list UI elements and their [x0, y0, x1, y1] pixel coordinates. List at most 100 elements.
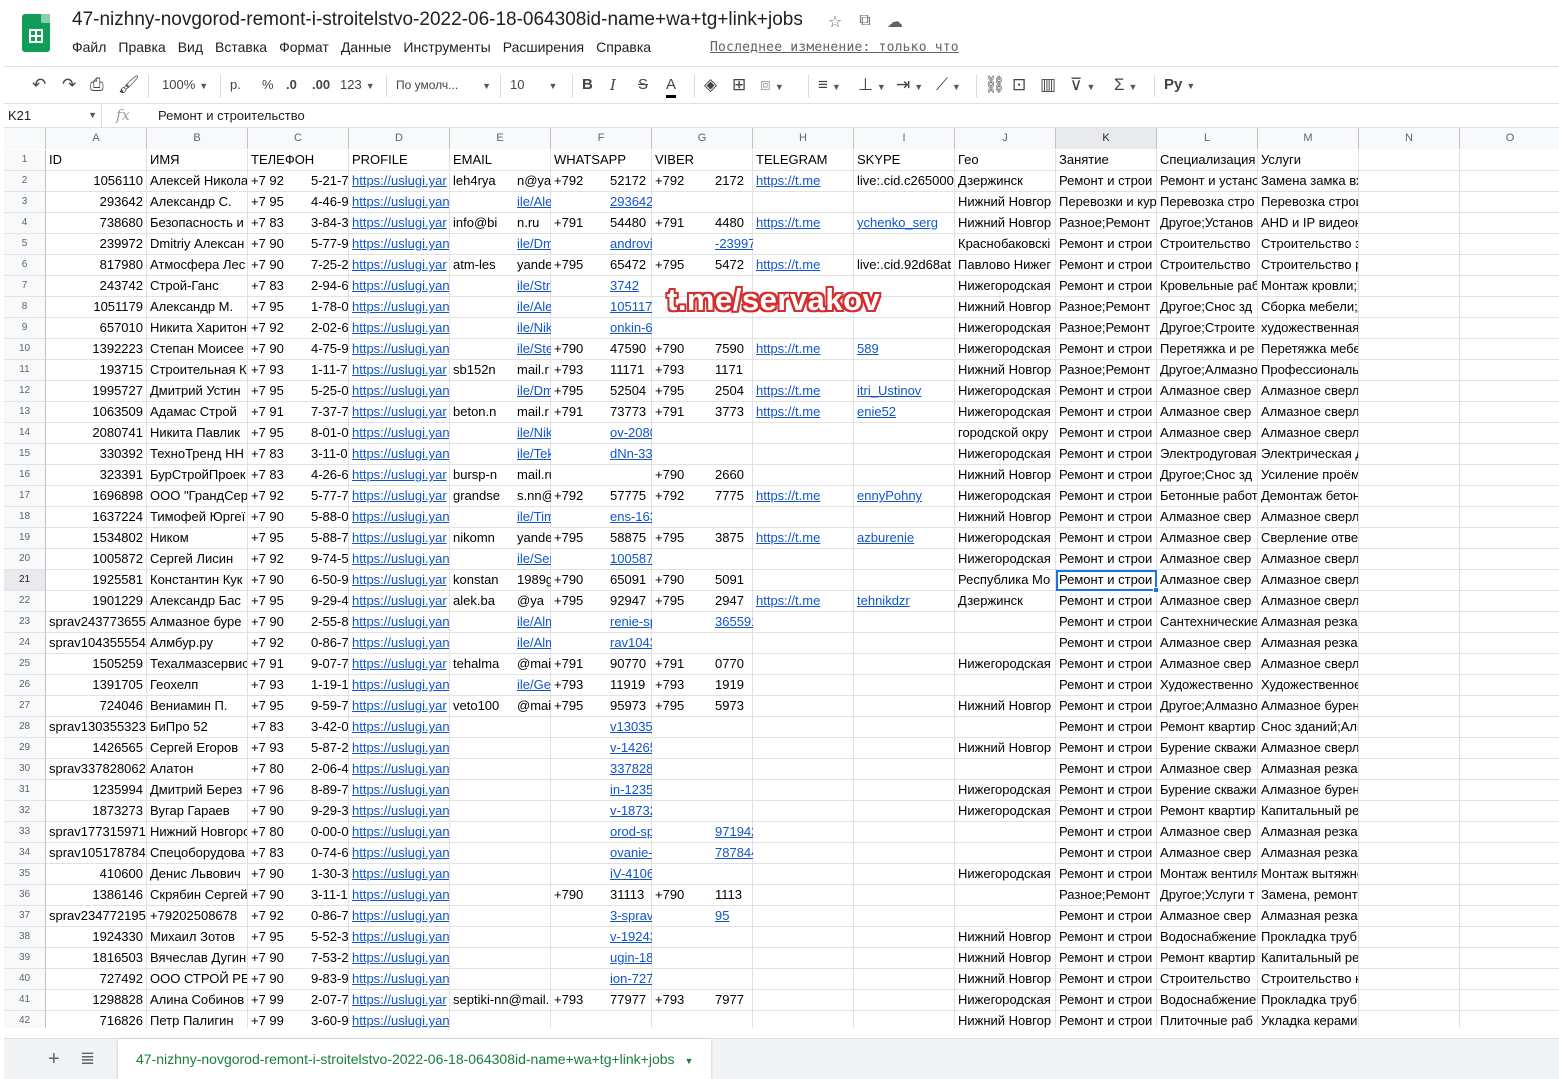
cell-g31[interactable]: [652, 780, 753, 801]
cell-d6[interactable]: https://uslugi.yar: [349, 255, 450, 276]
cell-i24[interactable]: [854, 633, 955, 654]
cell-l16[interactable]: Другое;Снос зд: [1157, 465, 1258, 486]
cell-n22[interactable]: [1359, 591, 1460, 612]
cell-b31[interactable]: Дмитрий Берез: [147, 780, 248, 801]
column-header-k[interactable]: K: [1056, 128, 1157, 149]
cell-j13[interactable]: Нижегородская: [955, 402, 1056, 423]
cell-m38[interactable]: Прокладка труб водоснабжения и канализац…: [1258, 927, 1359, 948]
row-header[interactable]: 38: [4, 927, 46, 948]
cell-i42[interactable]: [854, 1011, 955, 1028]
cell-a2[interactable]: 1056110: [46, 171, 147, 192]
cell-m7[interactable]: Монтаж кровли;Укладка утеплителя кровли;…: [1258, 276, 1359, 297]
cell-h17[interactable]: https://t.me: [753, 486, 854, 507]
cell-h22[interactable]: https://t.me: [753, 591, 854, 612]
column-header-g[interactable]: G: [652, 128, 753, 149]
cell-o20[interactable]: [1460, 549, 1559, 570]
cell-a39[interactable]: 1816503: [46, 948, 147, 969]
cell-j11[interactable]: Нижний Новгор: [955, 360, 1056, 381]
cell-j18[interactable]: Нижний Новгор: [955, 507, 1056, 528]
cell-m20[interactable]: Алмазное сверление;Алмазная резка: [1258, 549, 1359, 570]
cell-i41[interactable]: [854, 990, 955, 1011]
cell-o37[interactable]: [1460, 906, 1559, 927]
cell-h28[interactable]: [753, 717, 854, 738]
cell-a27[interactable]: 724046: [46, 696, 147, 717]
cell-n3[interactable]: [1359, 192, 1460, 213]
cell-o28[interactable]: [1460, 717, 1559, 738]
cell-e28[interactable]: [450, 717, 551, 738]
cell-k20[interactable]: Ремонт и строи: [1056, 549, 1157, 570]
cell-i28[interactable]: [854, 717, 955, 738]
row-header[interactable]: 2: [4, 171, 46, 192]
cell-n10[interactable]: [1359, 339, 1460, 360]
cell-k29[interactable]: Ремонт и строи: [1056, 738, 1157, 759]
cell-m18[interactable]: Алмазное сверление: [1258, 507, 1359, 528]
cell-g18[interactable]: [652, 507, 753, 528]
cell-d38[interactable]: https://uslugi.yandex.ru/profile/Mikhail…: [349, 927, 450, 948]
cell-j16[interactable]: Нижний Новгор: [955, 465, 1056, 486]
row-header[interactable]: 12: [4, 381, 46, 402]
cell-k1[interactable]: Занятие: [1056, 150, 1157, 171]
cell-k13[interactable]: Ремонт и строи: [1056, 402, 1157, 423]
cell-j37[interactable]: [955, 906, 1056, 927]
cell-o12[interactable]: [1460, 381, 1559, 402]
cell-e35[interactable]: [450, 864, 551, 885]
cell-m15[interactable]: Электрическая дуговая сварка;Демонтаж бе…: [1258, 444, 1359, 465]
row-header[interactable]: 14: [4, 423, 46, 444]
cell-a34[interactable]: sprav105178784: [46, 843, 147, 864]
cell-h38[interactable]: [753, 927, 854, 948]
cell-b38[interactable]: Михаил Зотов: [147, 927, 248, 948]
cell-n38[interactable]: [1359, 927, 1460, 948]
cell-l27[interactable]: Другое;Алмазно: [1157, 696, 1258, 717]
cell-n34[interactable]: [1359, 843, 1460, 864]
cell-o38[interactable]: [1460, 927, 1559, 948]
cell-d2[interactable]: https://uslugi.yar: [349, 171, 450, 192]
cell-o17[interactable]: [1460, 486, 1559, 507]
cell-j15[interactable]: Нижегородская: [955, 444, 1056, 465]
cell-d30[interactable]: https://uslugi.yandex.ru/profile/Alaton-…: [349, 759, 450, 780]
cell-m29[interactable]: Алмазное сверление бетона;Алмазное сверл…: [1258, 738, 1359, 759]
cell-a38[interactable]: 1924330: [46, 927, 147, 948]
cell-e36[interactable]: [450, 885, 551, 906]
paint-format-icon[interactable]: 🖌: [118, 74, 140, 96]
cell-n31[interactable]: [1359, 780, 1460, 801]
cell-d35[interactable]: https://uslugi.yandex.ru/profile/DenisLv: [349, 864, 450, 885]
cell-j19[interactable]: Нижегородская: [955, 528, 1056, 549]
cell-h31[interactable]: [753, 780, 854, 801]
cell-l1[interactable]: Специализация: [1157, 150, 1258, 171]
cell-n6[interactable]: [1359, 255, 1460, 276]
cell-o27[interactable]: [1460, 696, 1559, 717]
cell-e38[interactable]: [450, 927, 551, 948]
cell-e39[interactable]: [450, 948, 551, 969]
cell-n18[interactable]: [1359, 507, 1460, 528]
row-header[interactable]: 40: [4, 969, 46, 990]
cell-d15[interactable]: https://uslugi.yandex.ru/p: [349, 444, 450, 465]
cell-h23[interactable]: [753, 612, 854, 633]
cell-m31[interactable]: Алмазное бурение железобетона;Штукатурка…: [1258, 780, 1359, 801]
cell-l37[interactable]: Алмазное свер: [1157, 906, 1258, 927]
row-header[interactable]: 41: [4, 990, 46, 1011]
cell-k41[interactable]: Ремонт и строи: [1056, 990, 1157, 1011]
cell-d23[interactable]: https://uslugi.yandex.ru/p: [349, 612, 450, 633]
row-header[interactable]: 1: [4, 150, 46, 171]
cell-k28[interactable]: Ремонт и строи: [1056, 717, 1157, 738]
cell-j27[interactable]: Нижний Новгор: [955, 696, 1056, 717]
cell-l38[interactable]: Водоснабжение: [1157, 927, 1258, 948]
cell-j41[interactable]: Нижегородская: [955, 990, 1056, 1011]
cell-d9[interactable]: https://uslugi.yandex.ru/p: [349, 318, 450, 339]
font-family-select[interactable]: По умолч... ▼: [396, 74, 491, 96]
column-header-n[interactable]: N: [1359, 128, 1460, 149]
cell-k19[interactable]: Ремонт и строи: [1056, 528, 1157, 549]
cell-j2[interactable]: Дзержинск: [955, 171, 1056, 192]
cell-b24[interactable]: Алмбур.ру: [147, 633, 248, 654]
cell-j31[interactable]: Нижегородская: [955, 780, 1056, 801]
cell-i23[interactable]: [854, 612, 955, 633]
cell-h32[interactable]: [753, 801, 854, 822]
cell-n23[interactable]: [1359, 612, 1460, 633]
cell-a28[interactable]: sprav130355323: [46, 717, 147, 738]
cell-k17[interactable]: Ремонт и строи: [1056, 486, 1157, 507]
cell-b18[interactable]: Тимофей Юргеї: [147, 507, 248, 528]
column-header-a[interactable]: A: [46, 128, 147, 149]
cell-n1[interactable]: [1359, 150, 1460, 171]
cell-h40[interactable]: [753, 969, 854, 990]
cell-k11[interactable]: Разное;Ремонт: [1056, 360, 1157, 381]
